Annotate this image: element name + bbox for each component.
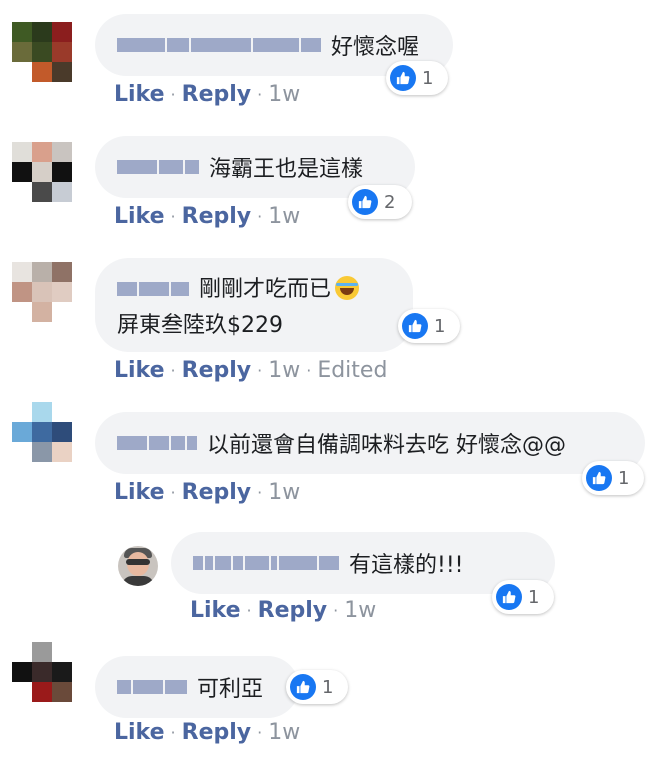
reply-link[interactable]: Reply: [258, 598, 328, 623]
thumbs-up-icon: [352, 189, 378, 215]
comment-bubble: 剛剛才吃而已 屏東叁陸玖$229: [95, 258, 413, 352]
thumbs-up-icon: [586, 465, 612, 491]
commenter-name[interactable]: [117, 680, 187, 694]
timestamp[interactable]: 1w: [268, 82, 300, 107]
separator-dot: ·: [333, 601, 339, 620]
reaction-summary[interactable]: 1: [492, 580, 554, 614]
separator-dot: ·: [170, 361, 176, 380]
comment-text: 海霸王也是這樣: [209, 157, 364, 182]
avatar[interactable]: [12, 402, 72, 462]
comment-line-1: 剛剛才吃而已: [117, 271, 360, 303]
reply-link[interactable]: Reply: [182, 720, 252, 745]
separator-dot: ·: [257, 85, 263, 104]
reaction-summary[interactable]: 1: [286, 670, 348, 704]
reply-link[interactable]: Reply: [182, 204, 252, 229]
comment-bubble: 可利亞: [95, 656, 299, 718]
separator-dot: ·: [257, 483, 263, 502]
separator-dot: ·: [306, 361, 312, 380]
reaction-count: 1: [322, 676, 334, 698]
separator-dot: ·: [170, 483, 176, 502]
thumbs-up-icon: [496, 584, 522, 610]
commenter-name[interactable]: [117, 282, 189, 296]
avatar[interactable]: [12, 142, 72, 202]
thumbs-up-icon: [402, 313, 428, 339]
comment-actions: Like · Reply · 1w: [190, 598, 376, 623]
laughing-tears-emoji-icon: [335, 276, 360, 300]
like-link[interactable]: Like: [190, 598, 241, 623]
comment-text-line1: 剛剛才吃而已: [199, 277, 332, 302]
timestamp[interactable]: 1w: [268, 358, 300, 383]
comment-text: 以前還會自備調味料去吃 好懷念@@: [207, 433, 566, 458]
commenter-name[interactable]: [117, 436, 197, 450]
comment-text-line2: 屏東叁陸玖$229: [117, 313, 283, 338]
reply-link[interactable]: Reply: [182, 480, 252, 505]
separator-dot: ·: [257, 723, 263, 742]
reaction-summary[interactable]: 1: [582, 461, 644, 495]
avatar[interactable]: [118, 546, 158, 586]
comment-text: 好懷念喔: [331, 35, 420, 60]
like-link[interactable]: Like: [114, 720, 165, 745]
comment-actions: Like · Reply · 1w: [114, 480, 300, 505]
comment-bubble: 以前還會自備調味料去吃 好懷念@@: [95, 412, 645, 474]
commenter-name[interactable]: [117, 38, 321, 52]
reaction-summary[interactable]: 1: [398, 309, 460, 343]
separator-dot: ·: [257, 361, 263, 380]
separator-dot: ·: [170, 207, 176, 226]
separator-dot: ·: [170, 723, 176, 742]
reaction-summary[interactable]: 2: [348, 185, 412, 219]
timestamp[interactable]: 1w: [344, 598, 376, 623]
comment-actions: Like · Reply · 1w: [114, 720, 300, 745]
comment-actions: Like · Reply · 1w: [114, 204, 300, 229]
commenter-name[interactable]: [193, 556, 339, 570]
reaction-count: 1: [618, 467, 630, 489]
reaction-count: 2: [384, 191, 396, 213]
timestamp[interactable]: 1w: [268, 480, 300, 505]
separator-dot: ·: [170, 85, 176, 104]
comment-actions: Like · Reply · 1w: [114, 82, 300, 107]
comment-text: 可利亞: [197, 677, 264, 702]
like-link[interactable]: Like: [114, 204, 165, 229]
like-link[interactable]: Like: [114, 358, 165, 383]
comment-text: 有這樣的!!!: [349, 553, 464, 578]
like-link[interactable]: Like: [114, 82, 165, 107]
avatar[interactable]: [12, 642, 72, 702]
avatar[interactable]: [12, 262, 72, 322]
reaction-count: 1: [422, 67, 434, 89]
separator-dot: ·: [257, 207, 263, 226]
separator-dot: ·: [246, 601, 252, 620]
comment-actions: Like · Reply · 1w · Edited: [114, 358, 387, 383]
commenter-name[interactable]: [117, 160, 199, 174]
edited-label[interactable]: Edited: [317, 358, 387, 383]
reply-link[interactable]: Reply: [182, 358, 252, 383]
timestamp[interactable]: 1w: [268, 204, 300, 229]
timestamp[interactable]: 1w: [268, 720, 300, 745]
thumbs-up-icon: [390, 65, 416, 91]
like-link[interactable]: Like: [114, 480, 165, 505]
reaction-count: 1: [528, 586, 540, 608]
avatar[interactable]: [12, 22, 72, 82]
thumbs-up-icon: [290, 674, 316, 700]
reaction-summary[interactable]: 1: [386, 61, 448, 95]
reply-link[interactable]: Reply: [182, 82, 252, 107]
reaction-count: 1: [434, 315, 446, 337]
